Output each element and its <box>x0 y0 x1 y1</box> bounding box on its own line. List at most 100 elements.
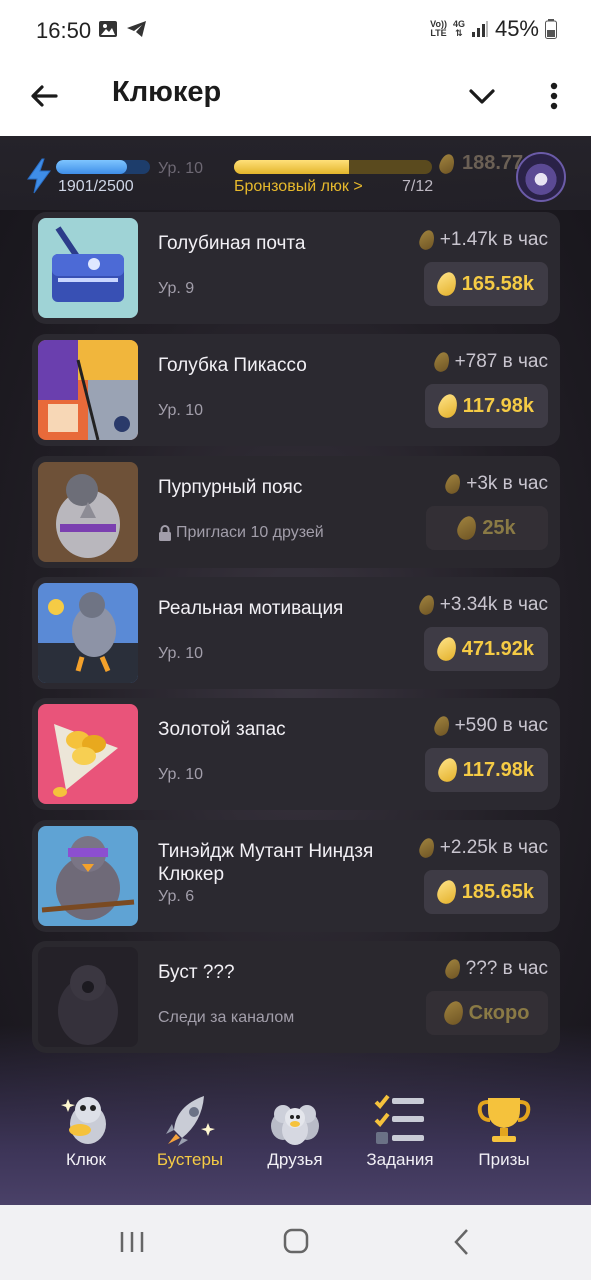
booster-rate: +590 в час <box>431 714 548 738</box>
seed-icon <box>435 391 461 421</box>
seed-icon <box>417 836 437 860</box>
booster-image-motivation <box>38 583 138 683</box>
trophy-icon <box>477 1098 531 1142</box>
booster-title: Буст ??? <box>158 962 235 983</box>
system-nav-bar <box>0 1205 591 1280</box>
page-title: Клюкер <box>112 76 222 108</box>
back-icon[interactable] <box>442 1227 482 1257</box>
booster-title: Реальная мотивация <box>158 598 344 619</box>
booster-title: Пурпурный пояс <box>158 477 303 498</box>
seed-icon <box>431 714 452 738</box>
buy-button[interactable]: 185.65k <box>423 870 548 914</box>
battery-icon <box>545 19 557 39</box>
seed-icon <box>431 350 452 374</box>
booster-card[interactable]: Голубка Пикассо Ур. 10 +787 в час 117.98… <box>32 334 560 446</box>
booster-rate: +3.34k в час <box>417 593 548 617</box>
seed-icon <box>455 513 480 543</box>
home-icon[interactable] <box>276 1227 316 1257</box>
chevron-down-icon[interactable] <box>464 78 500 114</box>
rank-link[interactable]: Бронзовый люк > <box>234 178 363 196</box>
energy-value: 1901/2500 <box>58 178 134 195</box>
hud-level: Ур. 10 <box>158 160 204 177</box>
booster-level: Ур. 6 <box>158 888 195 905</box>
nav-label: Бустеры <box>156 1150 224 1169</box>
gallery-icon <box>99 21 117 37</box>
buy-button[interactable]: 165.58k <box>423 262 548 306</box>
booster-image-gold-reserve <box>38 704 138 804</box>
rank-progress-fill <box>234 160 350 174</box>
seed-icon <box>434 634 459 664</box>
recent-apps-icon[interactable] <box>112 1227 152 1257</box>
nav-label: Задания <box>366 1150 434 1169</box>
seed-icon <box>435 755 461 785</box>
buy-button-disabled[interactable]: 25k <box>426 506 548 550</box>
booster-image-mailbag <box>38 218 138 318</box>
nav-label: Призы <box>478 1150 530 1169</box>
booster-image-mystery <box>38 947 138 1047</box>
signal-icon <box>471 21 488 37</box>
bottom-nav: Клюк Бустеры Друзья Задания Призы <box>0 1084 591 1204</box>
app-bar: Клюкер <box>0 64 591 136</box>
seed-icon <box>434 269 459 299</box>
buy-button[interactable]: 471.92k <box>423 627 548 671</box>
booster-rate: +1.47k в час <box>417 228 548 252</box>
status-bar: 16:50 Vo)) LTE 4G ⇅ 45% <box>0 0 591 64</box>
booster-title: Золотой запас <box>158 719 286 740</box>
status-right: Vo)) LTE 4G ⇅ 45% <box>430 16 557 42</box>
tasks-icon <box>374 1094 424 1144</box>
booster-requirement: Следи за каналом <box>158 1009 295 1026</box>
nav-item-prizes[interactable]: Призы <box>459 1084 549 1194</box>
booster-requirement: Пригласи 10 друзей <box>158 524 324 542</box>
nav-item-boosters[interactable]: Бустеры <box>145 1084 235 1194</box>
lock-icon <box>159 524 171 541</box>
arrow-left-icon[interactable] <box>26 78 62 114</box>
status-time: 16:50 <box>36 18 92 43</box>
lightning-icon <box>27 158 51 194</box>
booster-level: Ур. 10 <box>158 766 204 783</box>
booster-card[interactable]: Голубиная почта Ур. 9 +1.47k в час 165.5… <box>32 212 560 324</box>
booster-rate: +3k в час <box>443 472 548 496</box>
volte-indicator: Vo)) LTE <box>430 19 447 38</box>
seed-icon <box>417 228 437 252</box>
nav-item-kluk[interactable]: Клюк <box>41 1084 131 1194</box>
booster-level: Ур. 9 <box>158 280 195 297</box>
rank-progress-bar <box>234 160 432 174</box>
energy-progress-fill <box>56 160 128 174</box>
booster-card[interactable]: Тинэйдж Мутант Ниндзя Клюкер Ур. 6 +2.25… <box>32 820 560 932</box>
nav-item-friends[interactable]: Друзья <box>250 1084 340 1194</box>
booster-rate: ??? в час <box>442 957 548 981</box>
more-vertical-icon[interactable] <box>540 78 568 114</box>
buy-button[interactable]: 117.98k <box>424 748 548 792</box>
booster-image-ninja <box>38 826 138 926</box>
seed-icon <box>417 593 437 617</box>
network-type: 4G ⇅ <box>452 19 465 38</box>
booster-title: Голубка Пикассо <box>158 355 307 376</box>
energy-progress-bar <box>56 160 150 174</box>
booster-level: Ур. 10 <box>158 645 204 662</box>
telegram-icon <box>127 21 146 37</box>
booster-card[interactable]: Буст ??? Следи за каналом ??? в час Скор… <box>32 941 560 1053</box>
seed-icon <box>442 957 463 981</box>
rank-count: 7/12 <box>402 178 434 195</box>
friends-icon <box>271 1105 319 1145</box>
booster-rate: +787 в час <box>431 350 548 374</box>
nav-item-tasks[interactable]: Задания <box>355 1084 445 1194</box>
booster-rate: +2.25k в час <box>417 836 548 860</box>
nav-label: Клюк <box>65 1150 106 1169</box>
status-notification-icons <box>98 20 148 38</box>
nav-label: Друзья <box>267 1150 323 1169</box>
boosters-screen: 1901/2500 Ур. 10 Бронзовый люк > 7/12 18… <box>0 136 591 1205</box>
seed-icon <box>437 152 457 176</box>
booster-title: Голубиная почта <box>158 233 306 254</box>
booster-image-picasso <box>38 340 138 440</box>
avatar[interactable] <box>516 152 566 202</box>
buy-button[interactable]: 117.98k <box>424 384 548 428</box>
battery-percent: 45% <box>494 16 539 41</box>
coming-soon-button[interactable]: Скоро <box>426 991 548 1035</box>
booster-card[interactable]: Пурпурный пояс Пригласи 10 друзей +3k в … <box>32 456 560 568</box>
booster-level: Ур. 10 <box>158 402 204 419</box>
booster-card[interactable]: Реальная мотивация Ур. 10 +3.34k в час 4… <box>32 577 560 689</box>
seed-icon <box>443 472 463 496</box>
booster-title: Тинэйдж Мутант Ниндзя Клюкер <box>158 841 374 885</box>
booster-card[interactable]: Золотой запас Ур. 10 +590 в час 117.98k <box>32 698 560 810</box>
